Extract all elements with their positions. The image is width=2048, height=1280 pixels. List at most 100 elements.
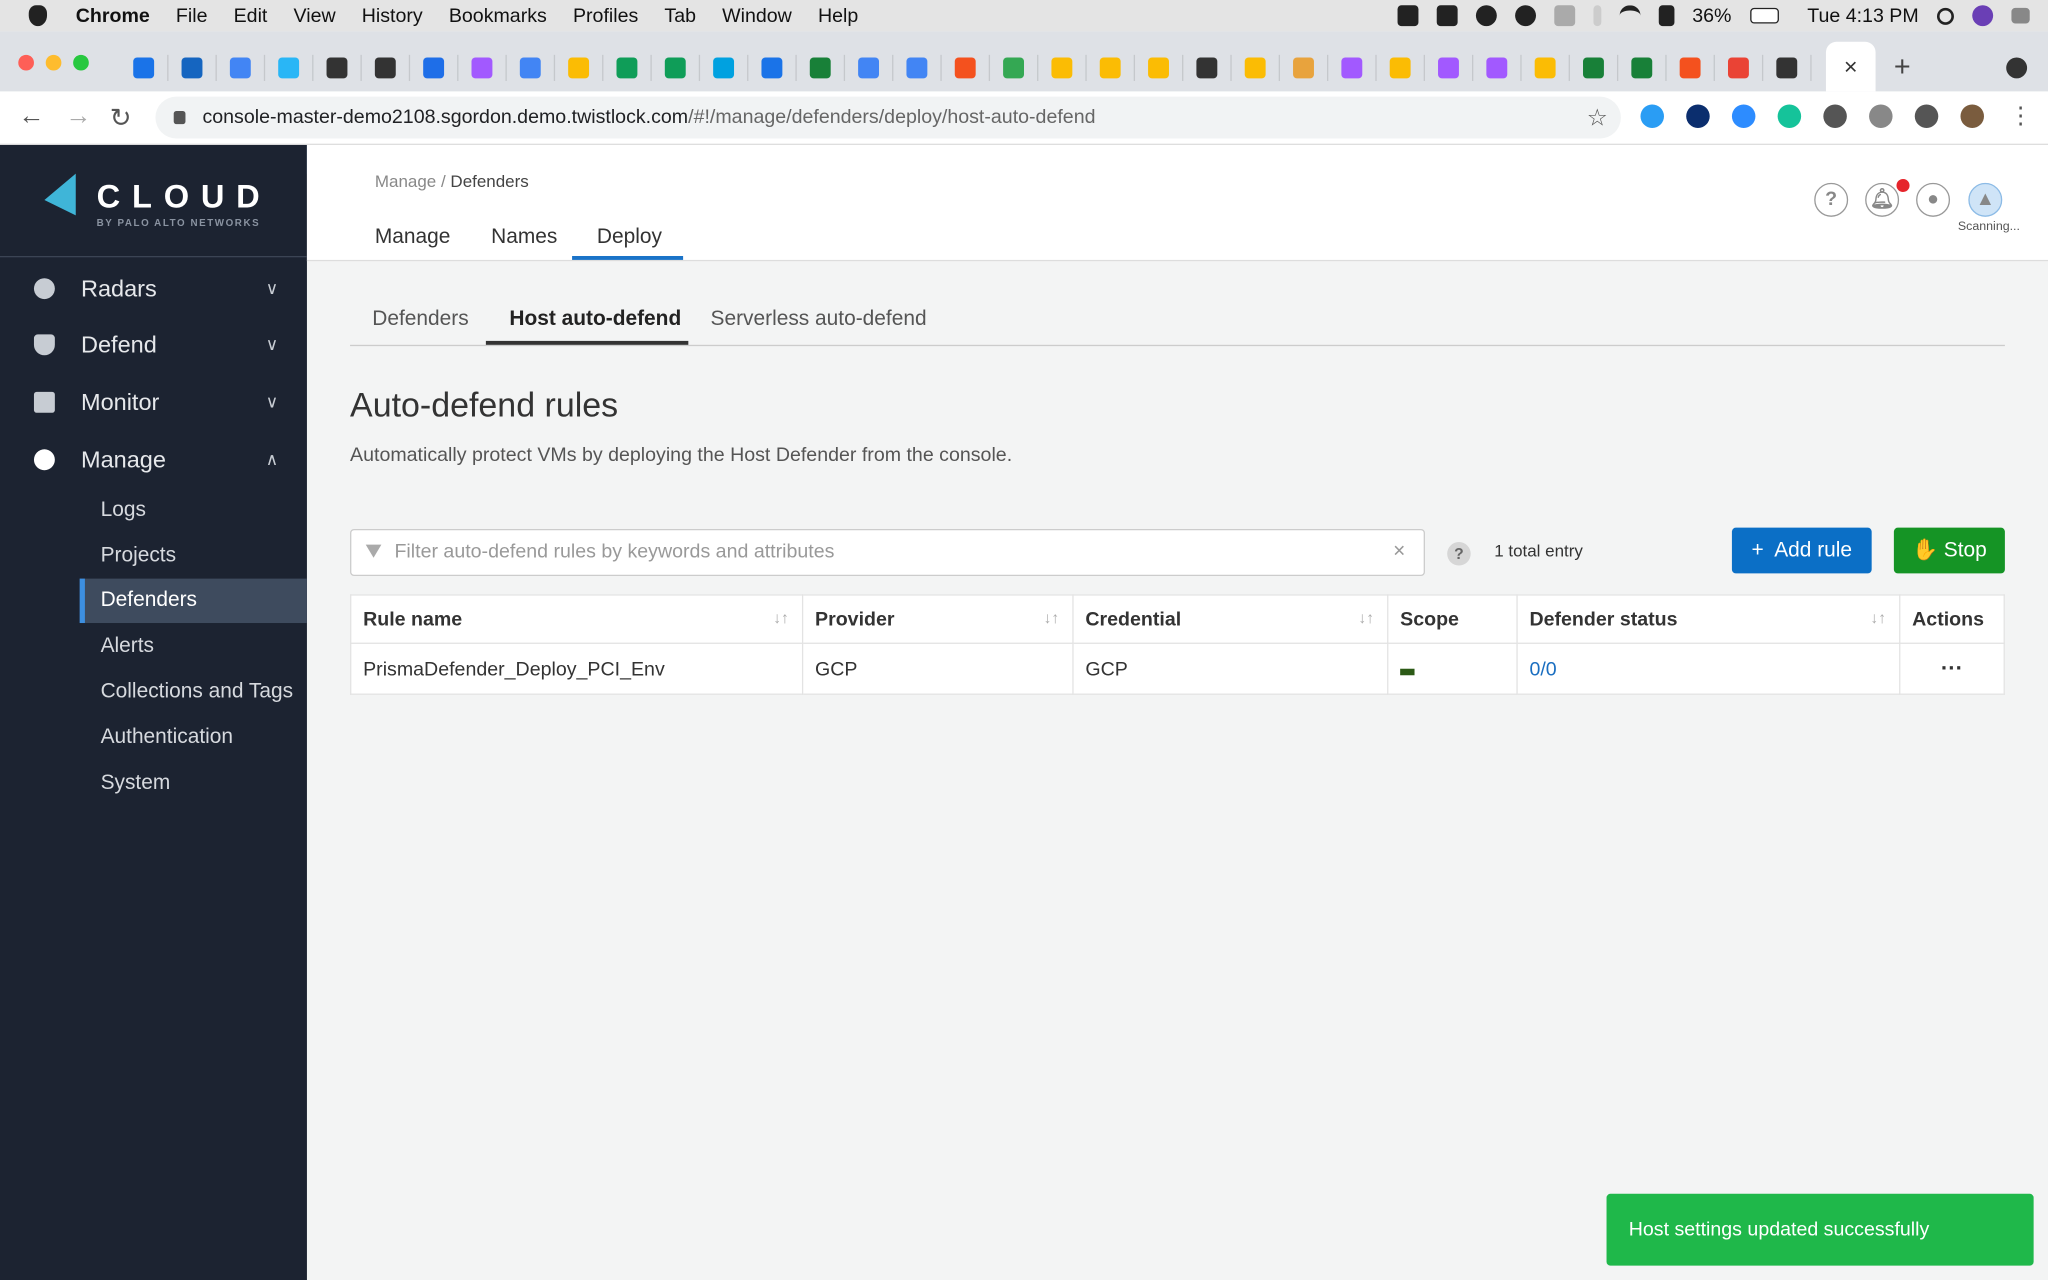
siri-icon[interactable] (1972, 5, 1994, 27)
menu-app[interactable]: Chrome (76, 5, 150, 27)
pinned-tab[interactable] (990, 54, 1039, 81)
pinned-tab[interactable] (748, 54, 797, 81)
sidebar-item-projects[interactable]: Projects (80, 534, 307, 578)
menu-window[interactable]: Window (722, 5, 792, 27)
success-toast[interactable]: Host settings updated successfully (1606, 1193, 2034, 1266)
menu-profiles[interactable]: Profiles (573, 5, 638, 27)
defender-status-link[interactable]: 0/0 (1529, 658, 1556, 680)
close-tab-icon[interactable]: × (1844, 54, 1858, 80)
pinned-tab[interactable] (120, 54, 169, 81)
pinned-tab[interactable] (652, 54, 701, 81)
pinned-tab[interactable] (1328, 54, 1377, 81)
pinned-tab[interactable] (313, 54, 362, 81)
arrow-icon[interactable] (1436, 5, 1458, 27)
subtab-host-auto-defend[interactable]: Host auto-defend (509, 308, 681, 332)
column-provider[interactable]: Provider ↓↑ (801, 594, 1074, 644)
menu-help[interactable]: Help (818, 5, 858, 27)
menu-history[interactable]: History (362, 5, 423, 27)
menu-bookmarks[interactable]: Bookmarks (449, 5, 547, 27)
sidebar-item-authentication[interactable]: Authentication (80, 716, 307, 760)
sort-icon[interactable]: ↓↑ (1870, 609, 1886, 627)
pinned-tab[interactable] (893, 54, 942, 81)
control-center-icon[interactable] (2011, 7, 2030, 24)
stop-button[interactable]: ✋ Stop (1893, 527, 2005, 574)
help-icon[interactable]: ? (1814, 182, 1849, 217)
new-tab-button[interactable]: + (1894, 50, 1911, 84)
subtab-serverless-auto-defend[interactable]: Serverless auto-defend (711, 308, 927, 332)
pinned-tab[interactable] (168, 54, 217, 81)
wifi-icon[interactable] (1619, 5, 1641, 26)
chrome-menu-icon[interactable]: ⋮ (2009, 102, 2033, 129)
column-defender-status[interactable]: Defender status ↓↑ (1516, 594, 1901, 644)
subtab-defenders[interactable]: Defenders (372, 308, 468, 332)
extension-icon[interactable] (1640, 104, 1664, 128)
minimize-window-button[interactable] (45, 54, 62, 71)
pinned-tab[interactable] (1715, 54, 1764, 81)
menu-file[interactable]: File (176, 5, 208, 27)
menu-view[interactable]: View (294, 5, 336, 27)
breadcrumb-manage[interactable]: Manage (375, 171, 436, 191)
pinned-tab[interactable] (410, 54, 459, 81)
pinned-tab[interactable] (458, 54, 507, 81)
pinned-tab[interactable] (797, 54, 846, 81)
forward-icon[interactable]: → (65, 102, 91, 132)
bookmark-star-icon[interactable]: ☆ (1587, 97, 1608, 139)
scope-indicator[interactable] (1400, 668, 1415, 675)
apple-icon[interactable] (28, 5, 48, 27)
pinned-tab[interactable] (217, 54, 266, 81)
pinned-tab[interactable] (507, 54, 556, 81)
extension-icon[interactable] (1869, 104, 1893, 128)
sort-icon[interactable]: ↓↑ (1044, 609, 1060, 627)
pinned-tab[interactable] (1618, 54, 1667, 81)
pinned-tab[interactable] (555, 54, 604, 81)
filter-help-icon[interactable]: ? (1447, 542, 1471, 566)
close-window-button[interactable] (18, 54, 34, 71)
pinned-tab[interactable] (1377, 54, 1425, 81)
tab-manage[interactable]: Manage (375, 226, 451, 250)
sidebar-item-monitor[interactable]: Monitor ∨ (0, 376, 307, 428)
bluetooth-icon[interactable] (1592, 5, 1601, 27)
active-tab[interactable]: × (1825, 41, 1876, 92)
sidebar-item-collections-and-tags[interactable]: Collections and Tags (80, 670, 307, 714)
clear-filter-icon[interactable]: × (1393, 530, 1405, 574)
sidebar-item-system[interactable]: System (80, 761, 307, 805)
pinned-tab[interactable] (1183, 54, 1232, 81)
add-rule-button[interactable]: + Add rule (1731, 527, 1872, 574)
rule-name-cell[interactable]: PrismaDefender_Deploy_PCI_Env (350, 642, 804, 695)
clock[interactable]: Tue 4:13 PM (1807, 5, 1918, 27)
sort-icon[interactable]: ↓↑ (1358, 609, 1374, 627)
extension-icon[interactable] (1686, 104, 1710, 128)
pinned-tab[interactable] (1570, 54, 1619, 81)
extension-icon[interactable] (1731, 104, 1756, 128)
pinned-tab[interactable] (1667, 54, 1715, 81)
maximize-window-button[interactable] (73, 54, 89, 71)
extension-icon[interactable] (1960, 104, 1984, 128)
sidebar-item-defenders[interactable]: Defenders (79, 578, 307, 624)
table-row[interactable]: PrismaDefender_Deploy_PCI_Env GCP GCP 0/… (350, 642, 2005, 695)
actions-menu-button[interactable]: ··· (1899, 642, 2005, 695)
pinned-tab[interactable] (1232, 54, 1280, 81)
column-rule-name[interactable]: Rule name ↓↑ (350, 594, 804, 644)
pinned-tab[interactable] (1522, 54, 1570, 81)
sidebar-item-radars[interactable]: Radars ∨ (0, 263, 307, 315)
bell-icon[interactable]: 🔔︎ (1865, 182, 1900, 217)
pinned-tab[interactable] (603, 54, 652, 81)
pinned-tab[interactable] (265, 54, 314, 81)
battery-icon[interactable] (1749, 7, 1779, 24)
sidebar-item-logs[interactable]: Logs (80, 488, 307, 532)
tab-names[interactable]: Names (491, 226, 557, 250)
pinned-tab[interactable] (845, 54, 894, 81)
search-tool-icon[interactable] (1475, 5, 1497, 27)
pinned-tab[interactable] (1763, 54, 1812, 81)
sidebar-item-manage[interactable]: Manage ∧ (0, 434, 307, 486)
address-bar[interactable]: console-master-demo2108.sgordon.demo.twi… (155, 96, 1621, 139)
tab-deploy[interactable]: Deploy (597, 226, 662, 250)
zoom-icon[interactable] (1397, 5, 1418, 27)
spotlight-icon[interactable] (1936, 7, 1954, 25)
pinned-tab[interactable] (362, 54, 411, 81)
extension-icon[interactable] (1914, 104, 1939, 128)
pinned-tab[interactable] (942, 54, 991, 81)
pinned-tab[interactable] (1280, 54, 1329, 81)
user-icon[interactable]: ● (1916, 182, 1951, 217)
pinned-tab[interactable] (700, 54, 749, 81)
